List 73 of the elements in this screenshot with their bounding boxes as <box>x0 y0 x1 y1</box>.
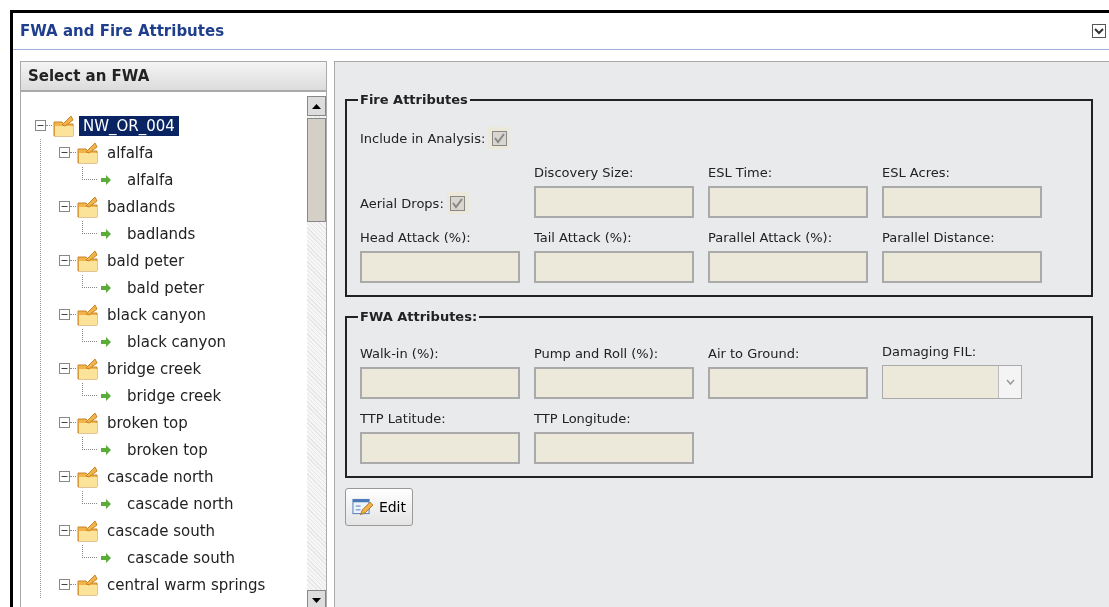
field-label: Discovery Size: <box>534 165 635 180</box>
tree-item[interactable]: black canyon <box>123 331 231 352</box>
tree-item[interactable]: alfalfa <box>123 169 178 190</box>
folder-icon <box>76 572 100 597</box>
folder-icon <box>76 356 100 381</box>
edit-icon <box>352 497 373 517</box>
field-label: Pump and Roll (%): <box>534 346 660 361</box>
arrow-icon <box>101 282 111 293</box>
tree-item[interactable]: bridge creek <box>123 385 226 406</box>
collapse-icon[interactable] <box>35 120 46 131</box>
folder-icon <box>76 410 100 435</box>
field-label: Parallel Distance: <box>882 230 996 245</box>
folder-icon <box>52 113 76 138</box>
field-label: ESL Time: <box>708 165 774 180</box>
tree-item[interactable]: cascade north <box>103 466 218 487</box>
arrow-icon <box>101 336 111 347</box>
collapse-icon[interactable] <box>59 201 70 212</box>
panel-header: Select an FWA <box>21 62 326 92</box>
field-label: Walk-in (%): <box>360 346 440 361</box>
folder-icon <box>76 194 100 219</box>
tree-item[interactable]: cascade south <box>123 547 240 568</box>
folder-icon <box>76 518 100 543</box>
scroll-up-icon[interactable] <box>312 103 321 109</box>
collapse-icon[interactable] <box>59 579 70 590</box>
folder-icon <box>76 302 100 327</box>
tree-item[interactable]: broken top <box>103 412 192 433</box>
scrollbar[interactable] <box>307 96 326 607</box>
collapse-icon[interactable] <box>59 255 70 266</box>
collapse-button[interactable] <box>1092 24 1106 38</box>
collapse-icon[interactable] <box>59 147 70 158</box>
field-label: Air to Ground: <box>708 346 801 361</box>
field-label: Damaging FIL: <box>882 344 978 359</box>
arrow-icon <box>101 228 111 239</box>
collapse-icon[interactable] <box>59 309 70 320</box>
tree-item[interactable]: central warm springs <box>103 574 270 595</box>
collapse-icon[interactable] <box>59 363 70 374</box>
field-label: Include in Analysis: <box>360 130 486 146</box>
collapse-icon[interactable] <box>59 471 70 482</box>
section-title: FWA Attributes: <box>359 309 479 324</box>
field-label: TTP Latitude: <box>360 411 447 426</box>
tree-item[interactable]: bald peter <box>123 277 209 298</box>
edit-button[interactable]: Edit <box>345 488 413 526</box>
scroll-thumb[interactable] <box>307 118 326 222</box>
folder-icon <box>76 248 100 273</box>
caret-icon <box>1005 379 1015 385</box>
tree-item[interactable]: cascade north <box>123 493 238 514</box>
field-label: Head Attack (%): <box>360 230 472 245</box>
tree-item[interactable]: badlands <box>123 223 200 244</box>
arrow-icon <box>101 390 111 401</box>
collapse-icon[interactable] <box>59 417 70 428</box>
folder-icon <box>76 464 100 489</box>
tree-item[interactable]: NW_OR_004 <box>79 115 179 136</box>
section-title: Fire Attributes <box>359 92 469 107</box>
folder-icon <box>76 140 100 165</box>
field-label: Parallel Attack (%): <box>708 230 833 245</box>
collapse-icon[interactable] <box>59 525 70 536</box>
tree-item[interactable]: bald peter <box>103 250 189 271</box>
scroll-down-icon[interactable] <box>312 597 321 603</box>
field-label: ESL Acres: <box>882 165 951 180</box>
window-title: FWA and Fire Attributes <box>20 22 225 40</box>
tree-item[interactable]: black canyon <box>103 304 211 325</box>
field-label: Aerial Drops: <box>360 195 444 211</box>
tree-item[interactable]: badlands <box>103 196 180 217</box>
arrow-icon <box>101 552 111 563</box>
tree-item[interactable]: bridge creek <box>103 358 206 379</box>
tree-item[interactable]: alfalfa <box>103 142 158 163</box>
arrow-icon <box>101 498 111 509</box>
tree-item[interactable]: cascade south <box>103 520 220 541</box>
field-label: Tail Attack (%): <box>534 230 633 245</box>
field-label: TTP Longitude: <box>534 411 632 426</box>
arrow-icon <box>101 444 111 455</box>
arrow-icon <box>101 174 111 185</box>
tree-item[interactable]: broken top <box>123 439 212 460</box>
